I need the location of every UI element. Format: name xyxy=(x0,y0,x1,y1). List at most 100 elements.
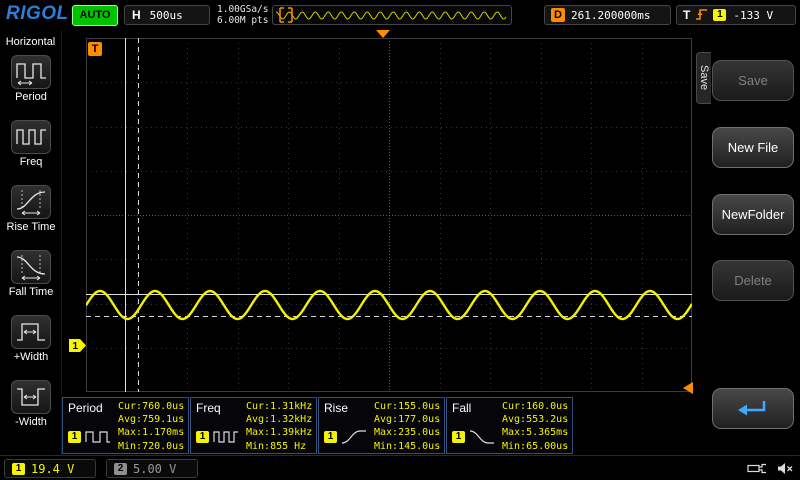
measure-cur: Cur:155.0us xyxy=(374,400,440,413)
trigger-source-badge: 1 xyxy=(713,9,726,21)
trigger-level-value: -133 V xyxy=(733,9,773,22)
measure-max: Max:1.170ms xyxy=(118,426,184,439)
sample-rate: 1.00GSa/s xyxy=(217,4,268,15)
sidebar-item-pos-width[interactable]: +Width xyxy=(0,315,62,363)
sidebar-item-freq[interactable]: Freq xyxy=(0,120,62,168)
channel-1-status[interactable]: 1 19.4 V xyxy=(4,459,96,478)
measure-category-title[interactable]: Horizontal xyxy=(0,36,61,48)
sidebar-item-rise-time[interactable]: Rise Time xyxy=(0,185,62,233)
measure-avg: Avg:177.0us xyxy=(374,413,440,426)
measurement-name: Fall xyxy=(452,401,471,415)
measure-cur: Cur:1.31kHz xyxy=(246,400,312,413)
horizontal-scale-box[interactable]: H 500us xyxy=(124,5,210,25)
run-state-badge[interactable]: AUTO xyxy=(72,5,118,26)
freq-measure-icon xyxy=(213,428,239,446)
menu-sidebar: Save Save New File NewFolder Delete xyxy=(696,30,800,455)
sidebar-item-period[interactable]: Period xyxy=(0,55,62,103)
channel-2-scale: 5.00 V xyxy=(133,462,176,476)
rise-measure-icon xyxy=(341,428,367,446)
measurement-values: Cur:1.31kHz Avg:1.32kHz Max:1.39kHz Min:… xyxy=(246,400,312,453)
measurement-name: Freq xyxy=(196,401,221,415)
graticule-area: T 1 xyxy=(86,38,692,392)
neg-width-icon xyxy=(11,380,51,414)
measure-min: Min:720.0us xyxy=(118,440,184,453)
sidebar-item-fall-time[interactable]: Fall Time xyxy=(0,250,62,298)
save-button[interactable]: Save xyxy=(712,60,794,101)
channel-badge: 1 xyxy=(196,431,209,443)
measure-sidebar: Horizontal Period Freq Rise Time Fall Ti… xyxy=(0,30,62,455)
measurement-panel-rise[interactable]: Rise 1 Cur:155.0us Avg:177.0us Max:235.0… xyxy=(318,397,445,454)
delay-position-marker xyxy=(683,382,693,394)
usb-icon xyxy=(747,462,767,475)
channel-2-status[interactable]: 2 5.00 V xyxy=(106,459,198,478)
measurement-name: Period xyxy=(68,401,103,415)
fall-time-icon xyxy=(11,250,51,284)
acquisition-info: 1.00GSa/s 6.00M pts xyxy=(217,4,268,26)
menu-title-tab: Save xyxy=(696,52,711,104)
preview-waveform xyxy=(276,12,506,19)
delete-button[interactable]: Delete xyxy=(712,260,794,301)
channel-badge: 1 xyxy=(68,431,81,443)
channel-badge: 1 xyxy=(324,431,337,443)
measure-cur: Cur:160.0us xyxy=(502,400,568,413)
back-button[interactable] xyxy=(712,388,794,429)
measurement-name: Rise xyxy=(324,401,348,415)
preview-plot xyxy=(273,6,511,24)
sidebar-item-label: -Width xyxy=(0,416,62,428)
measurement-panel-fall[interactable]: Fall 1 Cur:160.0us Avg:553.2us Max:5.365… xyxy=(446,397,573,454)
measure-max: Max:235.0us xyxy=(374,426,440,439)
period-icon xyxy=(11,55,51,89)
trigger-position-marker[interactable] xyxy=(376,30,390,38)
period-measure-icon xyxy=(85,428,111,446)
horizontal-label: H xyxy=(132,8,141,22)
channel-1-scale: 19.4 V xyxy=(31,462,74,476)
bottom-status-bar: 1 19.4 V 2 5.00 V xyxy=(0,455,800,480)
trigger-source-marker: T xyxy=(88,42,102,56)
waveform-memory-preview[interactable] xyxy=(272,5,512,25)
sidebar-item-label: Fall Time xyxy=(0,286,62,298)
channel-1-badge: 1 xyxy=(12,463,25,475)
speaker-muted-icon xyxy=(777,462,794,475)
top-bar: RIGOL AUTO H 500us 1.00GSa/s 6.00M pts D… xyxy=(0,0,800,30)
scope-display: T 1 xyxy=(62,30,696,397)
measure-max: Max:5.365ms xyxy=(502,426,568,439)
trigger-label: T xyxy=(683,8,690,22)
measurement-source: 1 xyxy=(196,428,239,446)
channel-1-ground-marker[interactable]: 1 xyxy=(69,339,87,352)
sidebar-item-neg-width[interactable]: -Width xyxy=(0,380,62,428)
measurement-panel-period[interactable]: Period 1 Cur:760.0us Avg:759.1us Max:1.1… xyxy=(62,397,189,454)
rigol-logo: RIGOL xyxy=(6,3,69,25)
trigger-source-marker-label: T xyxy=(92,43,99,55)
sidebar-item-label: Freq xyxy=(0,156,62,168)
return-arrow-icon xyxy=(736,399,770,419)
measurement-values: Cur:155.0us Avg:177.0us Max:235.0us Min:… xyxy=(374,400,440,453)
measurement-source: 1 xyxy=(452,428,495,446)
measurement-values: Cur:160.0us Avg:553.2us Max:5.365ms Min:… xyxy=(502,400,568,453)
delay-value: 261.200000ms xyxy=(571,9,650,22)
pos-width-icon xyxy=(11,315,51,349)
channel-badge: 1 xyxy=(452,431,465,443)
new-folder-button[interactable]: NewFolder xyxy=(712,194,794,235)
sidebar-item-label: Period xyxy=(0,91,62,103)
ground-marker-label: 1 xyxy=(73,341,79,352)
measure-avg: Avg:759.1us xyxy=(118,413,184,426)
memory-depth: 6.00M pts xyxy=(217,15,268,26)
measurement-source: 1 xyxy=(68,428,111,446)
grid-lines xyxy=(86,38,692,392)
sidebar-item-label: Rise Time xyxy=(0,221,62,233)
channel-2-badge: 2 xyxy=(114,463,127,475)
graticule xyxy=(86,38,692,392)
trigger-box[interactable]: T 1 -133 V xyxy=(676,5,796,25)
measure-avg: Avg:1.32kHz xyxy=(246,413,312,426)
edge-trigger-icon xyxy=(695,8,708,22)
new-file-button[interactable]: New File xyxy=(712,127,794,168)
measurement-panel-freq[interactable]: Freq 1 Cur:1.31kHz Avg:1.32kHz Max:1.39k… xyxy=(190,397,317,454)
measure-cur: Cur:760.0us xyxy=(118,400,184,413)
measure-max: Max:1.39kHz xyxy=(246,426,312,439)
status-icons xyxy=(747,462,794,475)
measure-avg: Avg:553.2us xyxy=(502,413,568,426)
measure-min: Min:65.00us xyxy=(502,440,568,453)
fall-measure-icon xyxy=(469,428,495,446)
measure-min: Min:145.0us xyxy=(374,440,440,453)
delay-time-box[interactable]: D 261.200000ms xyxy=(544,5,671,25)
